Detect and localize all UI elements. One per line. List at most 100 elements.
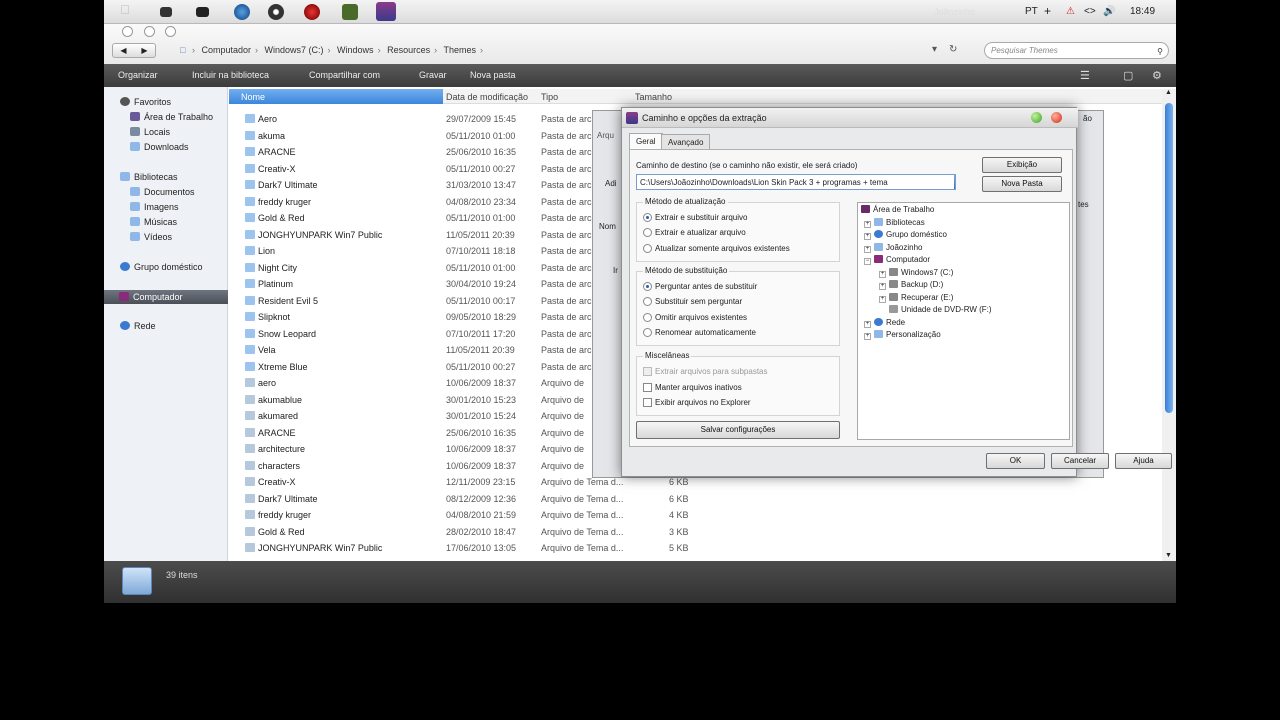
- tree-node-joaozinho[interactable]: + Joãozinho: [864, 243, 922, 253]
- expand-icon[interactable]: +: [864, 246, 871, 253]
- expand-icon[interactable]: +: [864, 321, 871, 328]
- code-icon[interactable]: <>: [1084, 6, 1096, 17]
- gravar-button[interactable]: Gravar: [419, 70, 447, 80]
- radio-extract-replace[interactable]: Extrair e substituir arquivo: [643, 213, 747, 222]
- column-tipo[interactable]: Tipo: [541, 92, 558, 102]
- plus-icon[interactable]: +: [1044, 4, 1051, 18]
- breadcrumb-item[interactable]: Computador: [201, 45, 251, 55]
- window-maximize-icon[interactable]: [165, 26, 176, 37]
- tree-node-grupo[interactable]: + Grupo doméstico: [864, 230, 947, 240]
- tree-node-personalizacao[interactable]: + Personalização: [864, 330, 941, 340]
- network-alert-icon[interactable]: ⚠: [1066, 6, 1075, 17]
- table-row[interactable]: Dark7 Ultimate 08/12/2009 12:36 Arquivo de…: [229, 491, 699, 507]
- breadcrumb-item[interactable]: Windows7 (C:): [265, 45, 324, 55]
- volume-icon[interactable]: 🔊: [1103, 6, 1115, 17]
- organizar-button[interactable]: Organizar: [118, 70, 158, 80]
- expand-icon[interactable]: +: [864, 233, 871, 240]
- sidebar-item-rede[interactable]: Rede: [120, 321, 156, 331]
- tab-geral[interactable]: Geral: [629, 133, 663, 150]
- incluir-biblioteca-button[interactable]: Incluir na biblioteca: [192, 70, 269, 80]
- exibicao-button[interactable]: Exibição: [982, 157, 1062, 173]
- tree-node-area-trabalho[interactable]: Área de Trabalho: [861, 205, 934, 214]
- sidebar-item-documentos[interactable]: Documentos: [130, 187, 195, 197]
- sidebar-item-videos[interactable]: Vídeos: [130, 232, 172, 242]
- expand-icon[interactable]: +: [879, 296, 886, 303]
- column-tamanho[interactable]: Tamanho: [635, 92, 672, 102]
- breadcrumb-item[interactable]: Themes: [443, 45, 476, 55]
- checkbox-subfolders[interactable]: Extrair arquivos para subpastas: [643, 367, 768, 376]
- radio-auto-rename[interactable]: Renomear automaticamente: [643, 328, 756, 337]
- radio-update-existing[interactable]: Atualizar somente arquivos existentes: [643, 244, 790, 253]
- media-player-icon[interactable]: [304, 4, 320, 20]
- sidebar-item-downloads[interactable]: Downloads: [130, 142, 189, 152]
- sidebar-item-locais[interactable]: Locais: [130, 127, 170, 137]
- folder-tree[interactable]: Área de Trabalho + Bibliotecas + Grupo dom…: [857, 202, 1070, 440]
- table-row[interactable]: JONGHYUNPARK Win7 Public 17/06/2010 13:05…: [229, 540, 699, 556]
- sidebar-item-grupo-domestico[interactable]: Grupo doméstico: [120, 262, 203, 272]
- ie-browser-icon[interactable]: [234, 4, 250, 20]
- back-arrow-icon[interactable]: ◀: [113, 44, 134, 57]
- sidebar-item-computador[interactable]: Computador: [104, 290, 228, 304]
- sidebar-item-musicas[interactable]: Músicas: [130, 217, 177, 227]
- radio-replace-no-ask[interactable]: Substituir sem perguntar: [643, 297, 742, 306]
- scrollbar-thumb[interactable]: [1165, 103, 1173, 413]
- forward-arrow-icon[interactable]: ▶: [134, 44, 155, 57]
- tree-node-computador[interactable]: − Computador: [864, 255, 930, 265]
- breadcrumb-item[interactable]: Windows: [337, 45, 374, 55]
- table-row[interactable]: freddy kruger 04/08/2010 21:59 Arquivo de …: [229, 507, 699, 523]
- tab-avancado[interactable]: Avançado: [661, 134, 711, 149]
- settings-icon[interactable]: ⚙: [1152, 69, 1162, 82]
- view-options-icon[interactable]: ☰: [1080, 69, 1090, 82]
- window-minimize-icon[interactable]: [144, 26, 155, 37]
- tree-node-drive-d[interactable]: + Backup (D:): [879, 280, 943, 290]
- column-nome[interactable]: Nome: [229, 89, 443, 104]
- tree-node-bibliotecas[interactable]: + Bibliotecas: [864, 218, 925, 228]
- expand-icon[interactable]: +: [864, 333, 871, 340]
- search-icon[interactable]: ⚲: [1157, 44, 1163, 59]
- tree-node-rede[interactable]: + Rede: [864, 318, 905, 328]
- checkbox-show-explorer[interactable]: Exibir arquivos no Explorer: [643, 398, 751, 407]
- compartilhar-button[interactable]: Compartilhar com: [309, 70, 380, 80]
- nova-pasta-button[interactable]: Nova Pasta: [982, 176, 1062, 192]
- save-settings-button[interactable]: Salvar configurações: [636, 421, 840, 439]
- chrome-icon[interactable]: [268, 4, 284, 20]
- scroll-up-icon[interactable]: ▲: [1165, 89, 1172, 96]
- collapse-icon[interactable]: −: [864, 258, 871, 265]
- radio-ask-before[interactable]: Perguntar antes de substituir: [643, 282, 757, 291]
- tree-node-drive-e[interactable]: + Recuperar (E:): [879, 293, 953, 303]
- folder-app-icon[interactable]: [196, 7, 209, 17]
- expand-icon[interactable]: +: [864, 221, 871, 228]
- nova-pasta-button[interactable]: Nova pasta: [470, 70, 516, 80]
- cancel-button[interactable]: Cancelar: [1051, 453, 1109, 469]
- tools-app-icon[interactable]: [342, 4, 358, 20]
- expand-icon[interactable]: +: [879, 283, 886, 290]
- sidebar-item-bibliotecas[interactable]: Bibliotecas: [120, 172, 178, 182]
- minimize-icon[interactable]: [1031, 112, 1042, 123]
- radio-skip-existing[interactable]: Omitir arquivos existentes: [643, 313, 747, 322]
- help-button[interactable]: Ajuda: [1115, 453, 1172, 469]
- sidebar-item-area-trabalho[interactable]: Área de Trabalho: [130, 112, 213, 122]
- tree-node-drive-c[interactable]: + Windows7 (C:): [879, 268, 953, 278]
- checkbox-keep-inactive[interactable]: Manter arquivos inativos: [643, 383, 742, 392]
- refresh-icon[interactable]: ↻: [949, 44, 957, 55]
- tree-node-dvd[interactable]: Unidade de DVD-RW (F:): [889, 305, 992, 314]
- table-row[interactable]: Gold & Red 28/02/2010 18:47 Arquivo de Tem…: [229, 524, 699, 540]
- column-data[interactable]: Data de modificação: [446, 92, 528, 102]
- close-icon[interactable]: [1051, 112, 1062, 123]
- dialog-titlebar[interactable]: Caminho e opções da extração: [622, 108, 1078, 128]
- sidebar-item-imagens[interactable]: Imagens: [130, 202, 179, 212]
- scroll-down-icon[interactable]: ▼: [1165, 552, 1172, 559]
- winrar-taskbar-icon[interactable]: [376, 2, 396, 21]
- apple-menu-icon[interactable]: : [120, 2, 136, 18]
- expand-icon[interactable]: +: [879, 271, 886, 278]
- history-dropdown-icon[interactable]: ▾: [932, 44, 937, 55]
- clock[interactable]: 18:49: [1130, 6, 1155, 17]
- display-icon[interactable]: [160, 7, 172, 17]
- radio-extract-update[interactable]: Extrair e atualizar arquivo: [643, 228, 746, 237]
- breadcrumb-item[interactable]: Resources: [387, 45, 430, 55]
- sidebar-item-favoritos[interactable]: Favoritos: [120, 97, 171, 107]
- vertical-scrollbar[interactable]: ▲ ▼: [1162, 89, 1176, 561]
- ok-button[interactable]: OK: [986, 453, 1045, 469]
- preview-pane-icon[interactable]: ▢: [1123, 69, 1133, 82]
- search-input[interactable]: Pesquisar Themes ⚲: [984, 42, 1169, 59]
